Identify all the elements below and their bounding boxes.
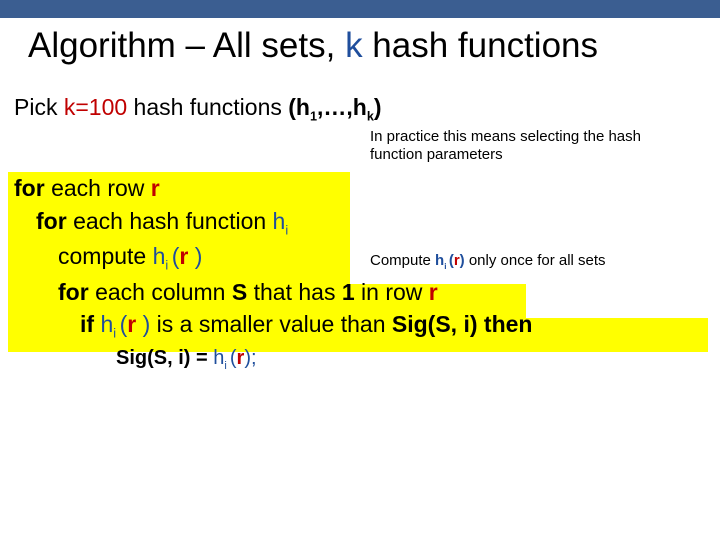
l6-lhs: Sig(S, i) = [116, 347, 213, 369]
l4-for: for [58, 279, 95, 305]
algo-line-5: if hi (r ) is a smaller value than Sig(S… [14, 308, 706, 344]
l4-mid3: in row [355, 279, 429, 305]
note-compute-once: Compute hi (r) only once for all sets [370, 252, 690, 272]
l3-close: ) [188, 243, 202, 269]
note-hash-params: In practice this means selecting the has… [370, 128, 690, 164]
algo-line-2: for each hash function hi [14, 205, 706, 241]
l5-sig: Sig(S, i) [392, 311, 478, 337]
l5-mid: is a smaller value than [157, 311, 392, 337]
l3-h: h [153, 243, 166, 269]
l4-S: S [232, 279, 247, 305]
l5-then: then [478, 311, 533, 337]
l6-close: ); [244, 347, 256, 369]
pick-h1-sub: 1 [310, 110, 317, 124]
l2-for: for [36, 208, 73, 234]
l2-mid: each hash function [73, 208, 272, 234]
title-k: k [345, 26, 363, 65]
pick-kval: k=100 [64, 94, 127, 120]
pick-h-close: ) [374, 94, 382, 120]
l4-mid1: each column [95, 279, 232, 305]
algo-line-1: for each row r [14, 172, 706, 205]
algorithm-block: for each row r for each hash function hi… [14, 172, 706, 375]
pick-h-open: (h [288, 94, 310, 120]
l2-i: i [285, 223, 288, 237]
l2-h: h [273, 208, 286, 234]
note2-h: h [435, 252, 444, 269]
l4-one: 1 [342, 279, 355, 305]
l3-pre: compute [58, 243, 153, 269]
pick-pre: Pick [14, 94, 64, 120]
note2-pre: Compute [370, 252, 435, 269]
l5-r: r [127, 311, 136, 337]
l4-mid2: that has [247, 279, 342, 305]
title-pre: Algorithm – All sets, [28, 26, 345, 65]
title-post: hash functions [363, 26, 598, 65]
slide-title: Algorithm – All sets, k hash functions [28, 26, 700, 66]
title-accent-bar [0, 0, 720, 18]
slide: Algorithm – All sets, k hash functions P… [0, 0, 720, 540]
pick-h-mid: ,…,h [317, 94, 367, 120]
algo-line-6: Sig(S, i) = hi (r); [14, 344, 706, 375]
l6-open: ( [230, 347, 237, 369]
l1-mid: each row [51, 175, 151, 201]
l6-h: h [213, 347, 224, 369]
note2-post: only once for all sets [465, 252, 606, 269]
l5-close: ) [136, 311, 156, 337]
pick-line: Pick k=100 hash functions (h1,…,hk) [14, 92, 706, 126]
l5-if: if [80, 311, 100, 337]
l1-r: r [151, 175, 160, 201]
pick-hk-sub: k [367, 110, 374, 124]
algo-line-4: for each column S that has 1 in row r [14, 276, 706, 309]
l5-h: h [100, 311, 113, 337]
slide-body: Pick k=100 hash functions (h1,…,hk) [14, 92, 706, 132]
pick-mid: hash functions [127, 94, 288, 120]
l4-r: r [429, 279, 438, 305]
l1-for: for [14, 175, 51, 201]
